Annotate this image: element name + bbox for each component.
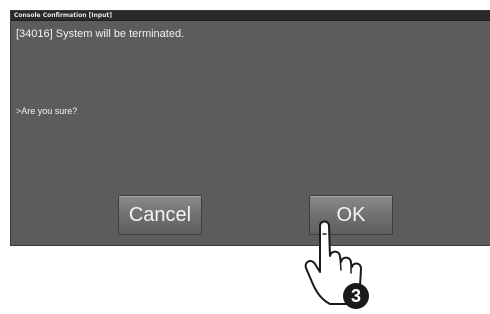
message-area: [34016] System will be terminated. >Are … [11,21,490,245]
dialog-title: Console Confirmation [Input] [14,12,113,19]
dialog-titlebar: Console Confirmation [Input] [11,11,490,21]
page: Console Confirmation [Input] [34016] Sys… [0,0,490,314]
cancel-button[interactable]: Cancel [118,195,202,235]
termination-message: [34016] System will be terminated. [16,28,185,40]
console-confirmation-dialog: Console Confirmation [Input] [34016] Sys… [10,10,490,246]
step-number-badge: 3 [343,283,369,309]
confirmation-prompt: >Are you sure? [16,106,78,116]
